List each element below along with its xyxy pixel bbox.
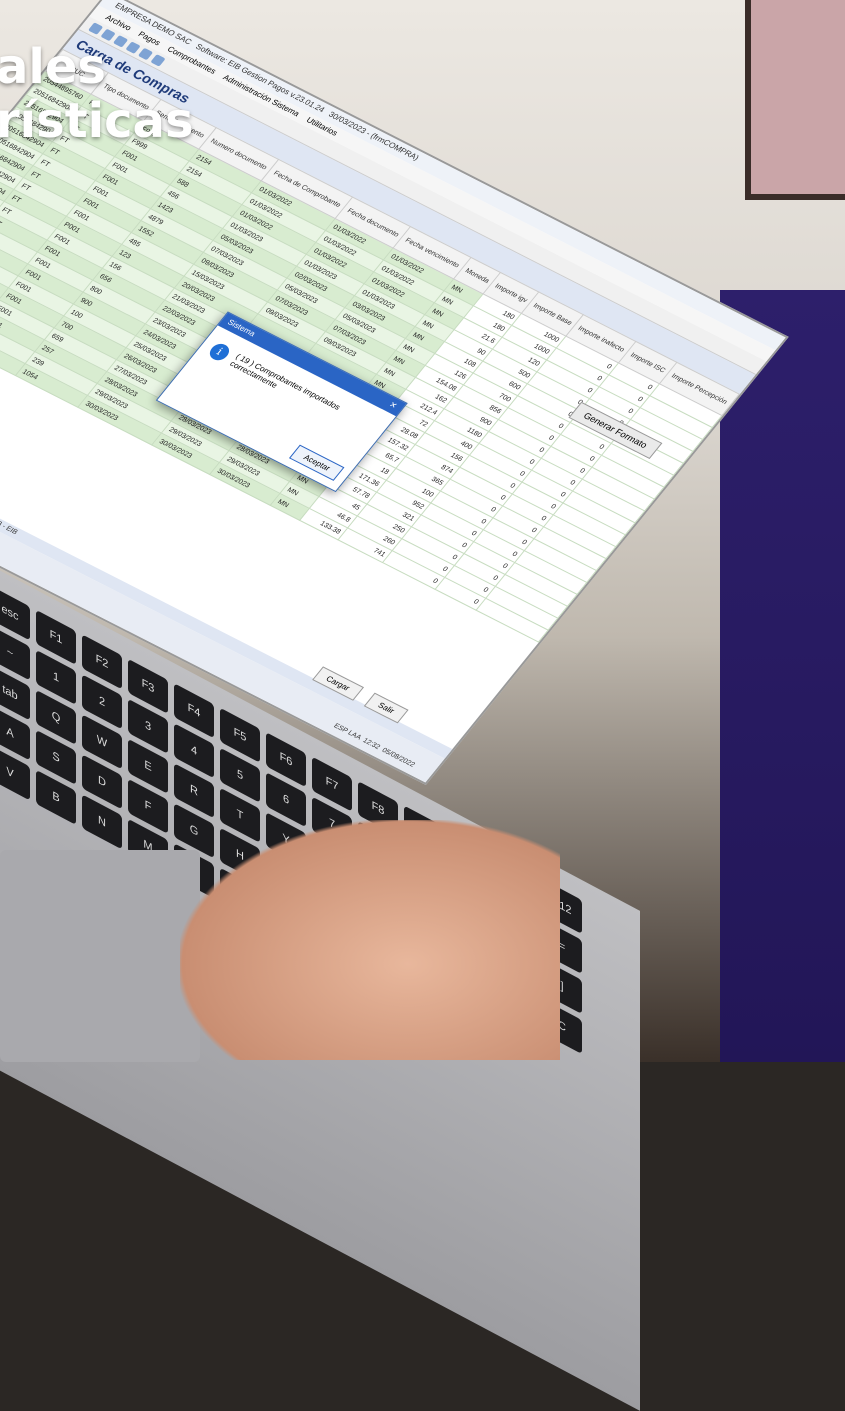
trackpad xyxy=(0,850,200,1062)
hand xyxy=(180,820,560,1060)
brand-panel xyxy=(720,290,845,1062)
tray-lang: ESP LAA xyxy=(332,722,363,742)
new-icon[interactable] xyxy=(87,22,104,35)
tray-time: 12:32 xyxy=(361,737,382,751)
headline-line-2: rísticas xyxy=(0,93,194,149)
promo-headline: ales rísticas xyxy=(0,40,194,148)
info-icon: i xyxy=(206,341,233,363)
wall-picture-frame xyxy=(745,0,845,200)
headline-line-1: ales xyxy=(0,39,106,95)
